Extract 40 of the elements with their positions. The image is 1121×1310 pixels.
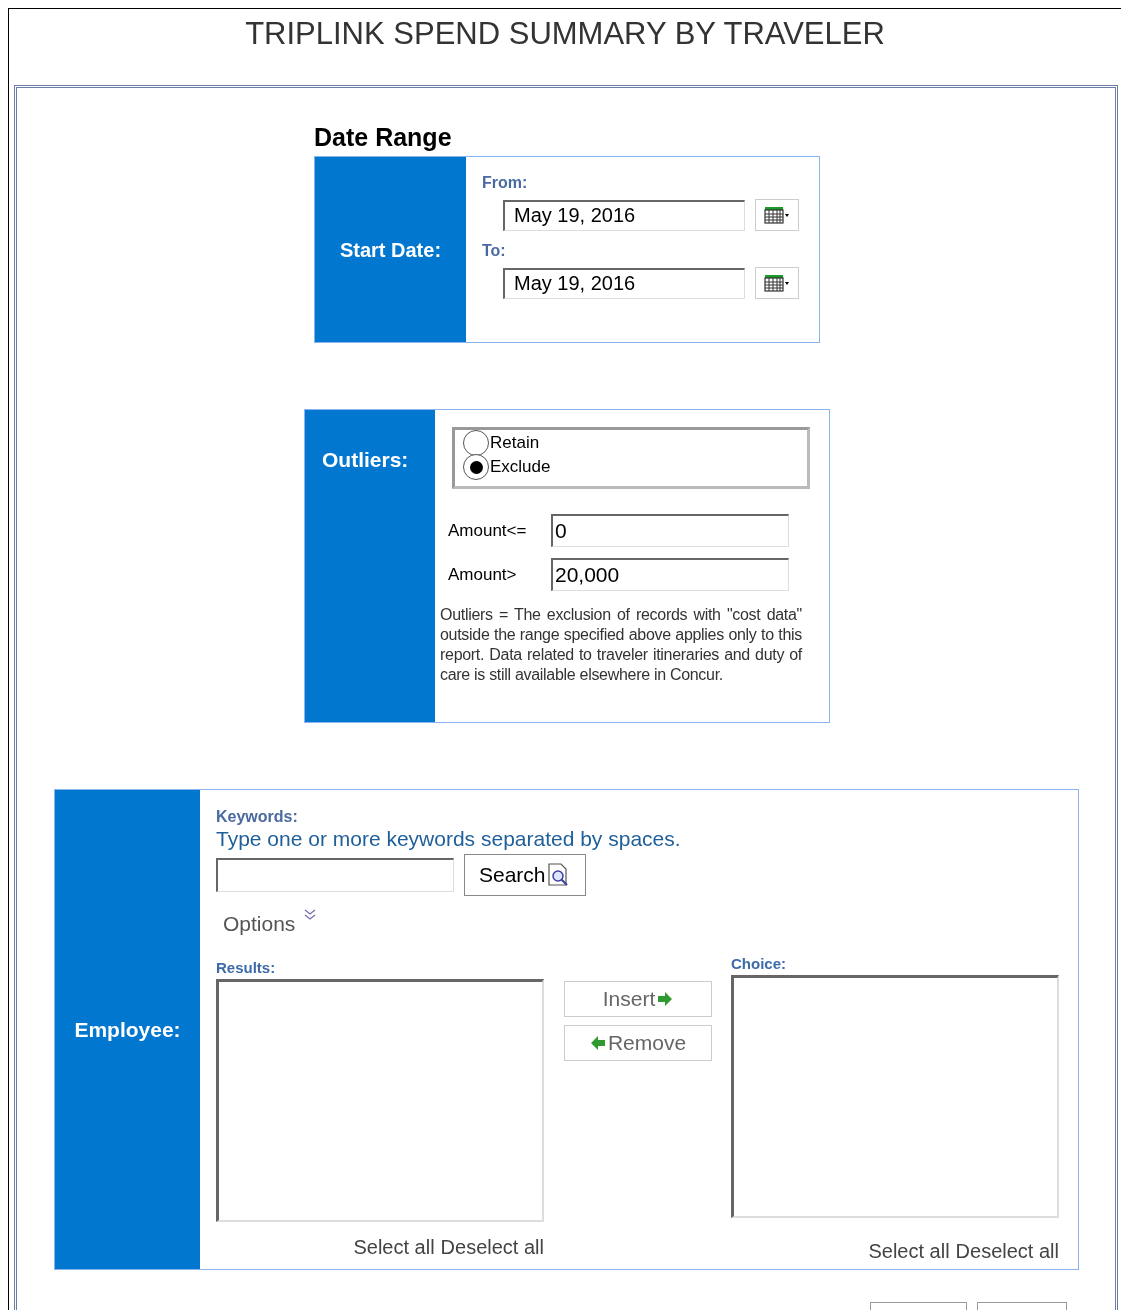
date-field[interactable]: May 19, 2016	[503, 199, 745, 231]
right-arrow-icon	[657, 991, 674, 1006]
amount-label: Amount>	[448, 563, 518, 586]
section-heading: Date Range	[314, 122, 453, 152]
amount-field[interactable]: 0	[551, 514, 789, 547]
select-link[interactable]: Select all	[353, 1232, 435, 1262]
amount-field[interactable]: 20,000	[551, 558, 789, 591]
search-button[interactable]: Search	[464, 854, 586, 896]
section-label-cell: Start Date:	[315, 157, 466, 342]
date-label: From:	[482, 173, 529, 193]
section-label-cell: Employee:	[55, 790, 200, 1269]
calendar-icon	[764, 274, 790, 292]
keywords-label: Keywords:	[216, 807, 299, 827]
date-field[interactable]: May 19, 2016	[503, 267, 745, 299]
options-toggle[interactable]: Options	[223, 908, 1059, 940]
list-box[interactable]	[216, 979, 544, 1222]
outliers-note: Outliers = The exclusion of records with "cost data" outside the range specified above applies only to this report. Data related to traveler itineraries and duty of care is still available elsewhere in Concur.	[440, 605, 802, 685]
calendar-button[interactable]	[755, 199, 799, 231]
left-arrow-icon	[589, 1035, 606, 1050]
report-title: TRIPLINK SPEND SUMMARY BY TRAVELER	[244, 15, 886, 53]
calendar-button[interactable]	[755, 267, 799, 299]
section-label-cell: Outliers:	[305, 410, 435, 722]
double-chevron-icon	[304, 909, 317, 921]
list-box[interactable]	[731, 975, 1059, 1218]
list-label: Results:	[216, 957, 277, 978]
date-label: To:	[482, 241, 507, 261]
radio-button[interactable]	[463, 454, 489, 480]
select-link[interactable]: Select all	[868, 1236, 950, 1266]
select-link[interactable]: Deselect all	[440, 1232, 544, 1262]
keyword-field[interactable]	[216, 858, 454, 892]
list-label: Choice:	[731, 953, 787, 974]
insert-button[interactable]: Insert	[564, 980, 712, 1017]
radio-button[interactable]	[463, 430, 489, 456]
amount-label: Amount<=	[448, 519, 528, 542]
select-link[interactable]: Deselect all	[955, 1236, 1059, 1266]
radio-option[interactable]: Exclude	[463, 455, 807, 479]
remove-button[interactable]: Remove	[564, 1024, 712, 1061]
keywords-hint: Type one or more keywords separated by spaces.	[216, 827, 682, 851]
radio-option[interactable]: Retain	[463, 431, 807, 455]
calendar-icon	[764, 206, 790, 224]
